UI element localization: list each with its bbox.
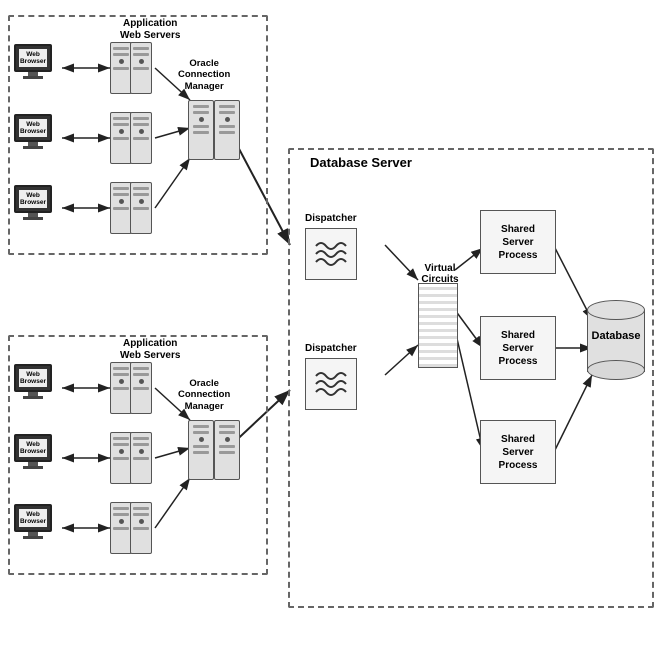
web-browser-icon-1: WebBrowser (14, 44, 52, 79)
app-server-bottom-6 (130, 502, 152, 554)
oracle-cm-server-top-1 (188, 100, 214, 160)
architecture-diagram: ApplicationWeb Servers WebBrowser WebBro… (0, 0, 663, 662)
bottom-app-web-servers-label: ApplicationWeb Servers (120, 338, 180, 362)
ssp-1-box: SharedServerProcess (480, 210, 556, 274)
dispatcher-1-box (305, 228, 357, 280)
app-server-tower-1 (110, 42, 132, 94)
app-server-bottom-3 (110, 432, 132, 484)
dispatcher-1-waves (311, 234, 351, 274)
dispatcher-2-box (305, 358, 357, 410)
app-server-tower-2 (130, 42, 152, 94)
app-server-tower-6 (130, 182, 152, 234)
database-cylinder: Database (587, 300, 645, 380)
app-server-bottom-4 (130, 432, 152, 484)
web-browser-icon-5: WebBrowser (14, 434, 52, 469)
app-server-bottom-5 (110, 502, 132, 554)
web-browser-icon-4: WebBrowser (14, 364, 52, 399)
web-browser-icon-6: WebBrowser (14, 504, 52, 539)
oracle-cm-bottom-label: OracleConnectionManager (178, 378, 230, 412)
app-server-bottom-1 (110, 362, 132, 414)
dispatcher-2-waves (311, 364, 351, 404)
oracle-cm-server-top-2 (214, 100, 240, 160)
virtual-circuits-label: VirtualCircuits (420, 263, 460, 285)
app-server-tower-3 (110, 112, 132, 164)
oracle-cm-server-bottom-2 (214, 420, 240, 480)
top-app-web-servers-label: ApplicationWeb Servers (120, 18, 180, 42)
app-server-tower-4 (130, 112, 152, 164)
dispatcher-2-label: Dispatcher (305, 343, 357, 354)
web-browser-icon-3: WebBrowser (14, 185, 52, 220)
ssp-3-box: SharedServerProcess (480, 420, 556, 484)
app-server-tower-5 (110, 182, 132, 234)
database-label: Database (587, 330, 645, 342)
dispatcher-1-label: Dispatcher (305, 213, 357, 224)
oracle-cm-top-label: OracleConnectionManager (178, 58, 230, 92)
database-server-label: Database Server (310, 155, 412, 171)
app-server-bottom-2 (130, 362, 152, 414)
web-browser-icon-2: WebBrowser (14, 114, 52, 149)
oracle-cm-server-bottom-1 (188, 420, 214, 480)
ssp-2-box: SharedServerProcess (480, 316, 556, 380)
virtual-circuits-box (418, 283, 458, 368)
